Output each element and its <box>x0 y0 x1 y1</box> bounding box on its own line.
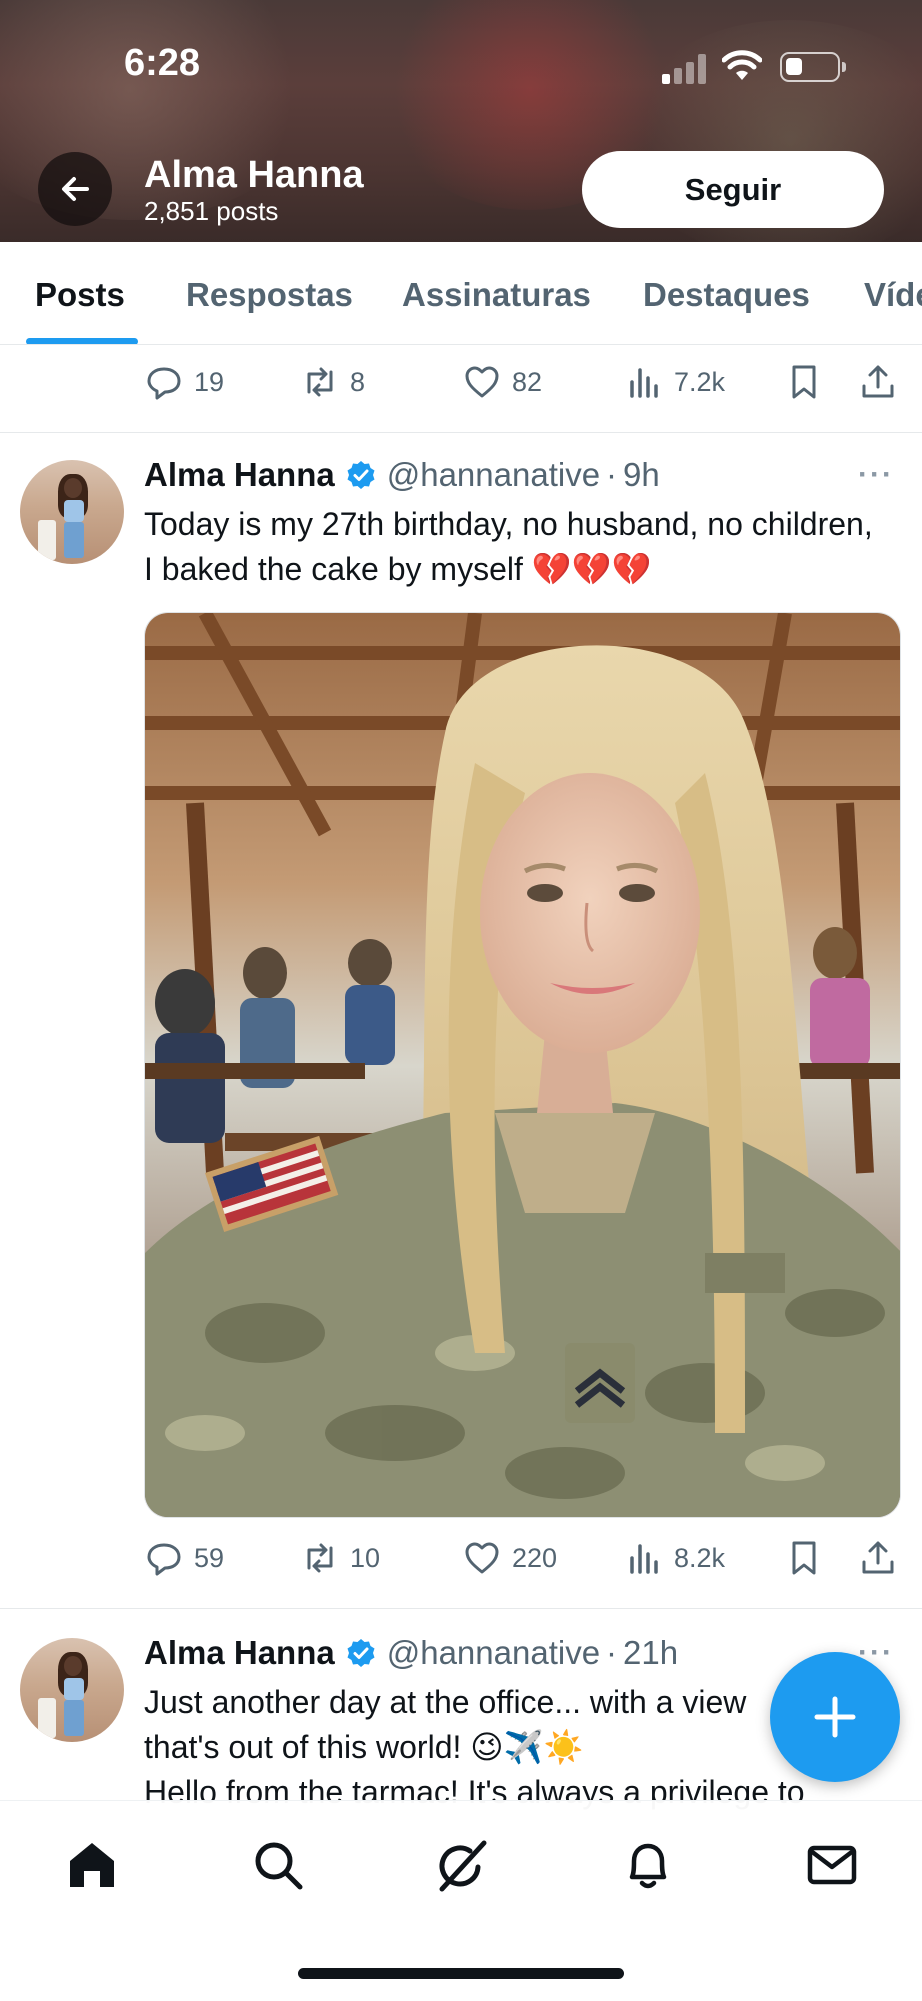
separator-dot: · <box>606 1634 618 1671</box>
follow-button[interactable]: Seguir <box>582 151 884 228</box>
tweet-actions: 59 10 220 8.2k <box>144 1538 904 1578</box>
repost-button[interactable]: 10 <box>300 1538 380 1578</box>
bell-icon <box>629 1843 667 1889</box>
tab-videos[interactable]: Víde <box>864 276 922 314</box>
nav-grok[interactable] <box>434 1837 490 1893</box>
avatar[interactable] <box>20 460 124 564</box>
verified-badge-icon <box>347 461 375 489</box>
bookmark-icon <box>792 1541 816 1575</box>
tweet-divider <box>0 1608 922 1609</box>
more-options-icon[interactable]: ··· <box>858 458 894 492</box>
heart-icon <box>465 366 499 398</box>
wifi-icon <box>722 50 762 80</box>
compose-button[interactable] <box>770 1652 900 1782</box>
author-name[interactable]: Alma Hanna <box>144 1634 335 1672</box>
views-button[interactable]: 7.2k <box>624 362 725 402</box>
back-button[interactable] <box>38 152 112 226</box>
search-icon <box>255 1842 303 1890</box>
battery-icon <box>780 52 846 82</box>
tweet-text: Today is my 27th birthday, no husband, n… <box>144 506 873 587</box>
tab-posts[interactable]: Posts <box>35 276 125 314</box>
bookmark-button[interactable] <box>784 1538 824 1578</box>
nav-home[interactable] <box>64 1837 120 1893</box>
profile-header: 6:28 Alma Hanna 2,851 posts Seguir <box>0 0 922 242</box>
reply-icon <box>147 1543 181 1576</box>
share-icon <box>862 365 894 398</box>
tweet-time[interactable]: 21h <box>623 1634 678 1672</box>
like-count: 82 <box>512 366 543 397</box>
active-tab-indicator <box>26 338 138 344</box>
cellular-signal-icon <box>660 52 710 84</box>
verified-badge-icon <box>347 1639 375 1667</box>
reply-button[interactable]: 19 <box>144 362 224 402</box>
tab-replies[interactable]: Respostas <box>186 276 353 314</box>
photo-selfie-uniform <box>145 613 900 1517</box>
like-button[interactable]: 220 <box>462 1538 557 1578</box>
bookmark-icon <box>792 365 816 399</box>
mail-icon <box>807 1845 857 1885</box>
bookmark-button[interactable] <box>784 362 824 402</box>
profile-tabs: Posts Respostas Assinaturas Destaques Ví… <box>0 242 922 345</box>
reply-count: 59 <box>194 1542 225 1573</box>
tweet-header: Alma Hanna @hannanative · 9h <box>144 456 660 494</box>
share-button[interactable] <box>858 362 898 402</box>
like-button[interactable]: 82 <box>462 362 542 402</box>
share-button[interactable] <box>858 1538 898 1578</box>
tweet-photo[interactable] <box>144 612 901 1518</box>
post-count: 2,851 posts <box>144 196 279 226</box>
arrow-left-icon <box>62 177 89 201</box>
tab-highlights[interactable]: Destaques <box>643 276 810 314</box>
view-count: 8.2k <box>674 1542 726 1573</box>
avatar[interactable] <box>20 1638 124 1742</box>
separator-dot: · <box>606 456 618 493</box>
tweet-divider <box>0 432 922 433</box>
author-name[interactable]: Alma Hanna <box>144 456 335 494</box>
like-count: 220 <box>512 1542 558 1573</box>
nav-messages[interactable] <box>804 1837 860 1893</box>
tweet-header: Alma Hanna @hannanative · 21h <box>144 1634 678 1672</box>
home-indicator <box>298 1968 624 1979</box>
grok-icon <box>439 1840 487 1892</box>
views-button[interactable]: 8.2k <box>624 1538 725 1578</box>
tweet-time[interactable]: 9h <box>623 456 660 494</box>
author-handle[interactable]: @hannanative <box>387 1634 600 1672</box>
tweet-actions: 19 8 82 7.2k <box>144 362 904 402</box>
repost-icon <box>307 1543 333 1573</box>
share-icon <box>862 1541 894 1574</box>
repost-button[interactable]: 8 <box>300 362 365 402</box>
plus-icon <box>814 1696 856 1738</box>
nav-search[interactable] <box>250 1837 306 1893</box>
status-time: 6:28 <box>124 42 201 84</box>
tab-subscriptions[interactable]: Assinaturas <box>402 276 591 314</box>
repost-icon <box>307 367 333 397</box>
author-handle[interactable]: @hannanative <box>387 456 600 494</box>
views-chart-icon <box>630 1544 658 1574</box>
profile-name: Alma Hanna <box>144 154 364 196</box>
home-icon <box>70 1843 114 1887</box>
reply-count: 19 <box>194 366 225 397</box>
nav-notifications[interactable] <box>620 1837 676 1893</box>
reply-button[interactable]: 59 <box>144 1538 224 1578</box>
views-chart-icon <box>630 368 658 398</box>
view-count: 7.2k <box>674 366 726 397</box>
reply-icon <box>147 367 181 400</box>
heart-icon <box>465 1542 499 1574</box>
repost-count: 10 <box>350 1542 381 1573</box>
repost-count: 8 <box>350 366 366 397</box>
